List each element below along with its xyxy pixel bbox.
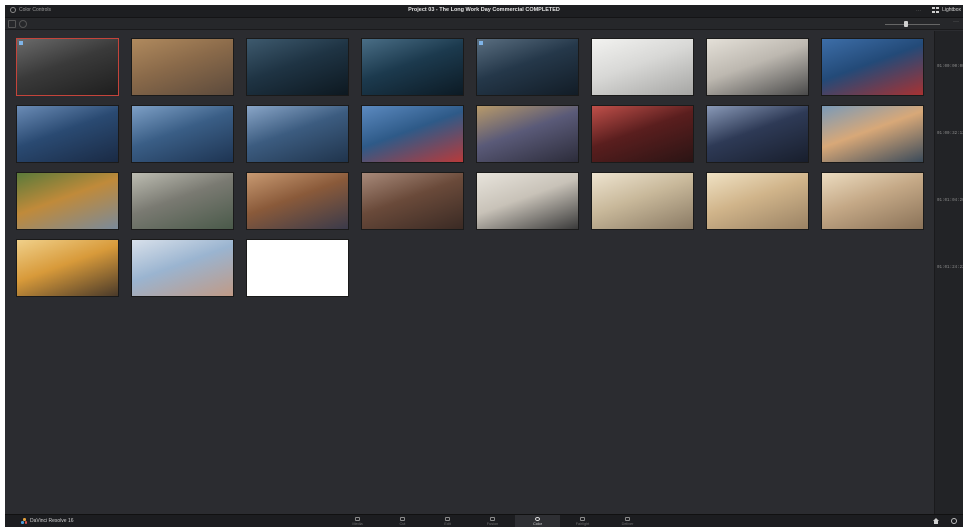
clip-thumbnail-city-dusk[interactable] xyxy=(476,105,579,163)
clip-thumbnail-city-night-bw[interactable] xyxy=(16,38,119,96)
tab-label: Fairlight xyxy=(575,522,590,526)
cut-page-icon xyxy=(400,517,405,521)
clip-flag-icon xyxy=(479,41,483,45)
clip-thumbnail-living-room-a[interactable] xyxy=(591,172,694,230)
page-tabs: Media Cut Edit Fusion Color Fairlight Deliver xyxy=(335,515,650,527)
app-name: DaVinci Resolve 16 xyxy=(30,518,74,524)
slider-handle[interactable] xyxy=(904,21,908,27)
media-page-icon xyxy=(355,517,360,521)
davinci-logo-icon xyxy=(21,518,27,524)
tab-label: Cut xyxy=(399,522,406,526)
clip-thumbnail-garage-car-front[interactable] xyxy=(361,105,464,163)
app-window: Color Controls Project 03 - The Long Wor… xyxy=(5,5,963,527)
tab-color[interactable]: Color xyxy=(515,515,560,527)
clip-thumbnail-garage-car-wide[interactable] xyxy=(131,105,234,163)
clip-thumbnail-man-bright-office[interactable] xyxy=(591,38,694,96)
fairlight-page-icon xyxy=(580,517,585,521)
tab-label: Color xyxy=(532,522,543,526)
home-icon[interactable] xyxy=(933,518,939,524)
toolbar-menu-icon[interactable]: ··· xyxy=(953,19,959,25)
fusion-page-icon xyxy=(490,517,495,521)
tab-cut[interactable]: Cut xyxy=(380,515,425,527)
clip-thumbnail-sunset-window[interactable] xyxy=(16,239,119,297)
clip-thumbnail-man-closeup-sky[interactable] xyxy=(131,239,234,297)
clip-thumbnail-coast-road[interactable] xyxy=(16,172,119,230)
tab-fusion[interactable]: Fusion xyxy=(470,515,515,527)
tab-edit[interactable]: Edit xyxy=(425,515,470,527)
tab-label: Fusion xyxy=(486,522,499,526)
clip-thumbnail-office-night-wide[interactable] xyxy=(476,38,579,96)
sidebar-toggle-button[interactable] xyxy=(8,20,16,28)
edit-page-icon xyxy=(445,517,450,521)
settings-icon[interactable] xyxy=(951,518,957,524)
clip-thumbnail-car-detail-blue[interactable] xyxy=(706,105,809,163)
grid-view-icon xyxy=(932,7,940,13)
clip-thumbnail-office-night-chair[interactable] xyxy=(361,38,464,96)
options-menu-icon[interactable]: ··· xyxy=(916,8,921,14)
clip-thumbnail-garage-walk[interactable] xyxy=(821,38,924,96)
page-navigation-bar: DaVinci Resolve 16 Media Cut Edit Fusion Col… xyxy=(5,514,963,527)
view-options-button[interactable] xyxy=(19,20,27,28)
lightbox-grid xyxy=(8,31,934,514)
tab-label: Edit xyxy=(444,522,451,526)
clip-thumbnail-man-back-office[interactable] xyxy=(706,38,809,96)
clip-flag-icon xyxy=(19,41,23,45)
clip-thumbnail-blank-frame[interactable] xyxy=(246,239,349,297)
toolbar: ··· xyxy=(5,18,963,30)
tab-label: Deliver xyxy=(621,522,634,526)
timecode-strip: 01:00:00:00 01:00:32:13 01:01:04:20 01:01:2… xyxy=(934,31,963,514)
row-timecode: 01:00:00:00 xyxy=(937,65,963,69)
clip-thumbnail-man-garage-portrait[interactable] xyxy=(16,105,119,163)
clip-thumbnail-traffic-aerial[interactable] xyxy=(131,38,234,96)
tab-deliver[interactable]: Deliver xyxy=(605,515,650,527)
tab-label: Media xyxy=(352,522,363,526)
clip-thumbnail-garage-man-car[interactable] xyxy=(246,105,349,163)
clip-thumbnail-man-window-chair[interactable] xyxy=(476,172,579,230)
deliver-page-icon xyxy=(625,517,630,521)
row-timecode: 01:00:32:13 xyxy=(937,132,963,136)
clip-thumbnail-car-interior-red[interactable] xyxy=(591,105,694,163)
clip-thumbnail-man-color-chart[interactable] xyxy=(246,172,349,230)
color-page-icon xyxy=(535,517,540,521)
project-title: Project 03 - The Long Work Day Commercia… xyxy=(408,7,560,13)
row-timecode: 01:01:04:20 xyxy=(937,199,963,203)
lightbox-toggle[interactable]: Lightbox xyxy=(932,7,961,13)
thumbnail-size-slider[interactable] xyxy=(885,24,940,25)
title-bar: Color Controls Project 03 - The Long Wor… xyxy=(5,5,963,18)
clip-thumbnail-office-night-desk[interactable] xyxy=(246,38,349,96)
clip-thumbnail-man-doorway[interactable] xyxy=(361,172,464,230)
clip-thumbnail-living-room-b[interactable] xyxy=(706,172,809,230)
tab-media[interactable]: Media xyxy=(335,515,380,527)
tab-fairlight[interactable]: Fairlight xyxy=(560,515,605,527)
clip-thumbnail-living-room-c[interactable] xyxy=(821,172,924,230)
clip-thumbnail-house-exterior[interactable] xyxy=(131,172,234,230)
row-timecode: 01:01:24:22 xyxy=(937,266,963,270)
clip-thumbnail-ocean-sunset[interactable] xyxy=(821,105,924,163)
lightbox-label: Lightbox xyxy=(942,7,961,13)
app-brand: DaVinci Resolve 16 xyxy=(21,518,74,524)
